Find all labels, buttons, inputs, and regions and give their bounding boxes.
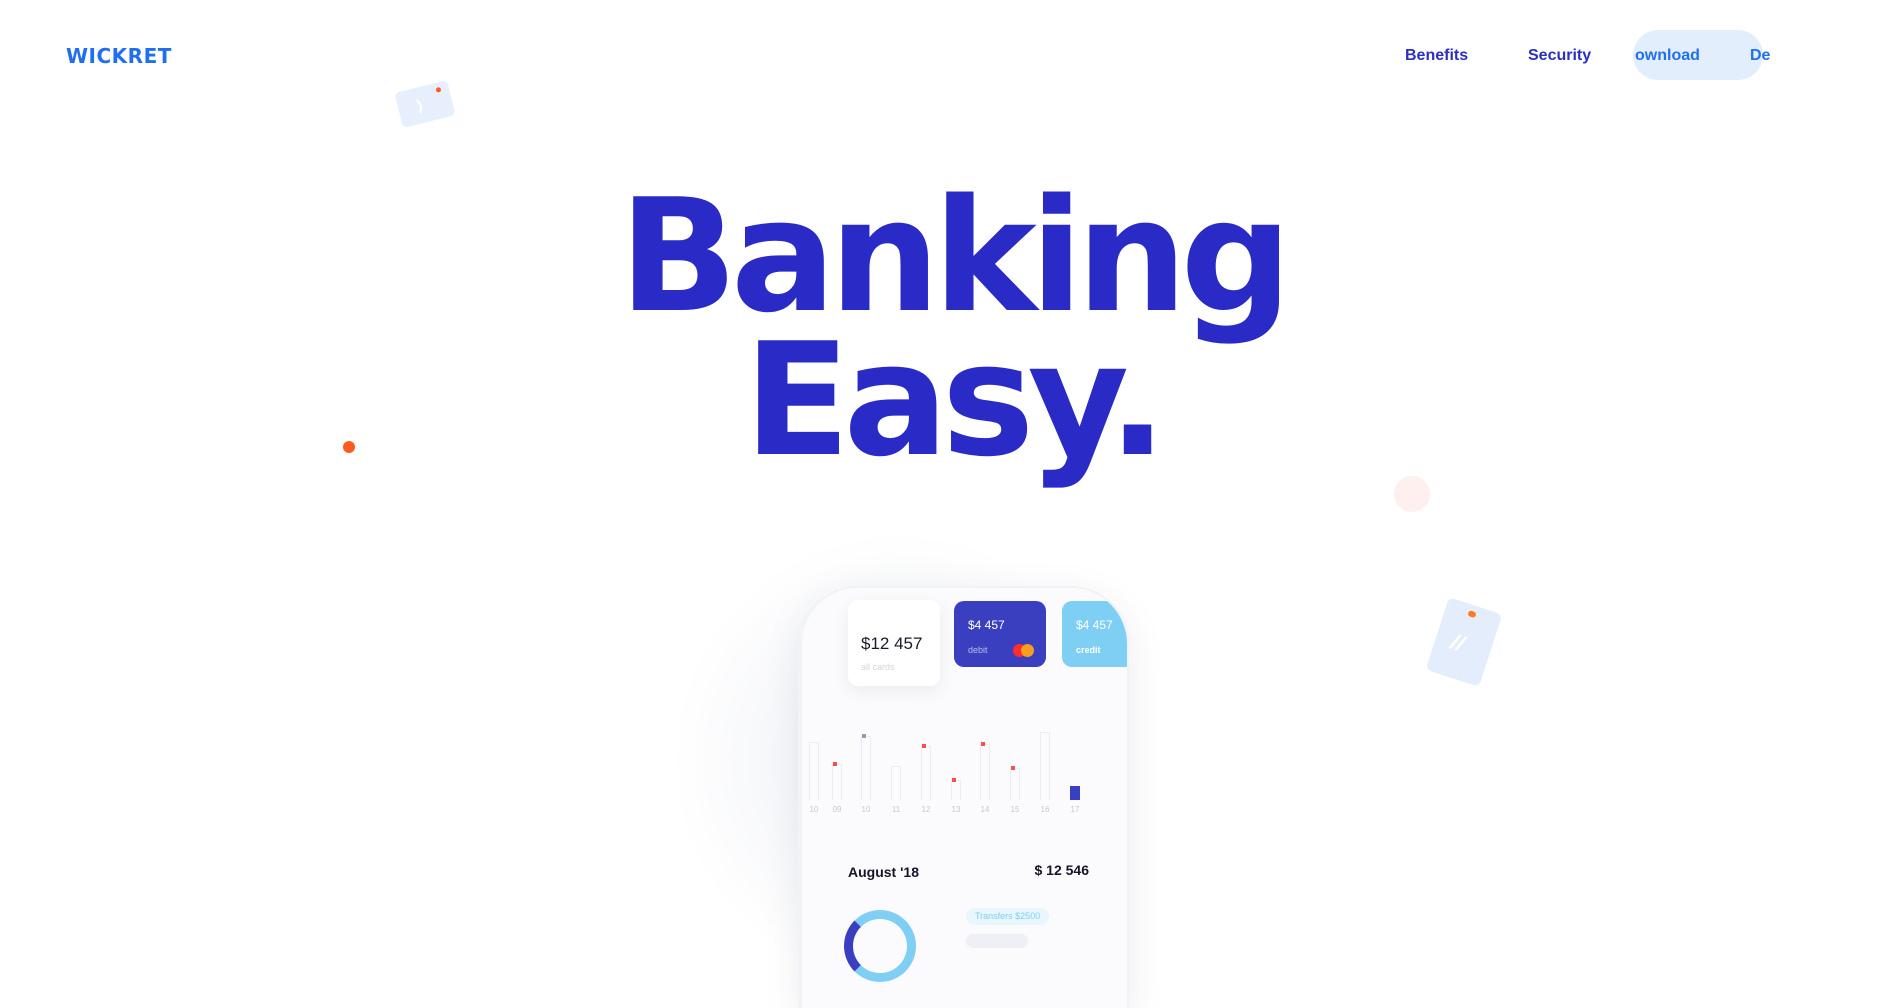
nav-link-security[interactable]: Security [1528, 47, 1591, 65]
chart-bar-active[interactable] [1070, 786, 1080, 800]
mastercard-icon-overlap [1021, 644, 1034, 657]
spending-donut-chart [844, 910, 916, 982]
nav-link-benefits[interactable]: Benefits [1405, 47, 1468, 65]
credit-amount: $4 457 [1076, 618, 1113, 632]
chart-bar [921, 746, 931, 800]
chart-bar [951, 780, 961, 800]
phone-screen: $12 457 all cards $4 457 debit $4 457 cr… [802, 588, 1127, 1008]
chart-flag-icon [922, 744, 926, 748]
chart-bar [809, 742, 819, 800]
chart-tick: 10 [809, 805, 819, 814]
chart-flag-icon [862, 734, 866, 738]
chart-flag-icon [833, 762, 837, 766]
chart-flag-icon [981, 742, 985, 746]
nav-clip: Benefits Security ownload De [1404, 30, 1866, 80]
credit-caption: credit [1076, 645, 1101, 655]
floating-card-small: ⟩ [394, 80, 456, 128]
chart-bar [861, 736, 871, 800]
debit-amount: $4 457 [968, 618, 1005, 632]
all-cards-caption: all cards [861, 662, 895, 672]
chart-bar [1010, 768, 1020, 800]
hero-title-line2: Easy. [743, 309, 1167, 491]
phone-mockup: $12 457 all cards $4 457 debit $4 457 cr… [802, 588, 1127, 1008]
chart-tick: 14 [980, 805, 990, 814]
card-logo-icon: // [1447, 628, 1468, 657]
chart-bar [832, 764, 842, 800]
brand-logo[interactable]: WICKRET [66, 44, 172, 68]
nav-link-demo[interactable]: De [1750, 47, 1770, 65]
debit-caption: debit [968, 645, 988, 655]
card-credit[interactable]: $4 457 credit [1062, 601, 1127, 667]
chart-bar [980, 744, 990, 800]
card-debit[interactable]: $4 457 debit [954, 601, 1046, 667]
nav-link-download[interactable]: ownload [1635, 47, 1700, 65]
month-label: August '18 [848, 864, 920, 880]
chart-tick: 11 [891, 805, 901, 814]
chart-tick: 12 [921, 805, 931, 814]
chart-tick: 15 [1010, 805, 1020, 814]
category-tag[interactable] [966, 934, 1028, 948]
chart-tick: 10 [861, 805, 871, 814]
decorative-dot-pink [1394, 476, 1430, 512]
chart-tick: 09 [832, 805, 842, 814]
top-nav: Benefits Security ownload De [1404, 30, 1864, 80]
chart-tick: 13 [951, 805, 961, 814]
chart-bar [891, 766, 901, 800]
chart-tick: 16 [1040, 805, 1050, 814]
card-all-cards[interactable]: $12 457 all cards [848, 600, 940, 686]
card-logo-icon: ⟩ [414, 97, 426, 116]
chart-bar [1040, 732, 1050, 800]
transfers-tag[interactable]: Transfers $2500 [966, 908, 1050, 925]
card-chip-icon [1467, 610, 1477, 619]
chart-flag-icon [952, 778, 956, 782]
chart-tick: 17 [1070, 805, 1080, 814]
chart-flag-icon [1011, 766, 1015, 770]
floating-card-right: // [1425, 597, 1503, 687]
card-chip-icon [435, 86, 442, 93]
month-total: $ 12 546 [1034, 862, 1090, 878]
all-cards-amount: $12 457 [861, 634, 923, 653]
mini-bar-chart [802, 708, 1127, 800]
